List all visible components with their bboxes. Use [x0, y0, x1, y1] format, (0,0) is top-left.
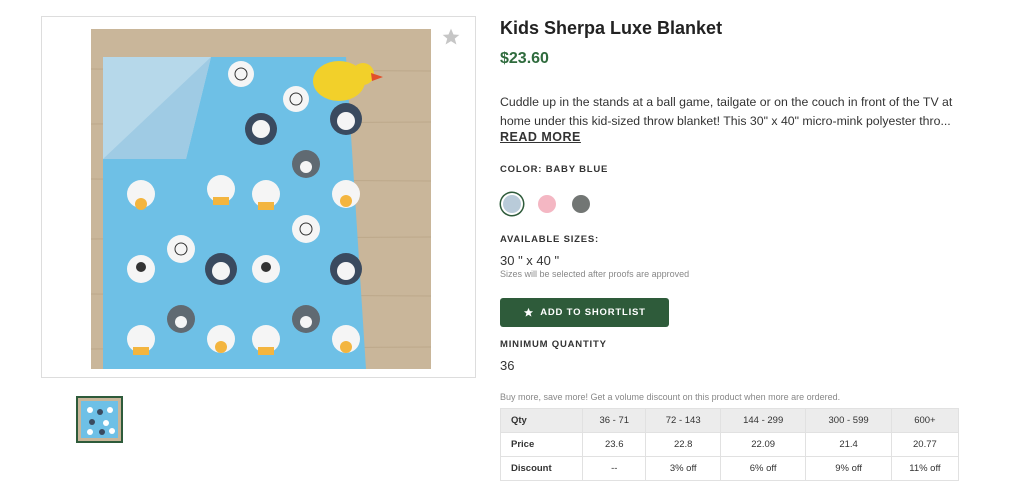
favorite-star-icon[interactable]: [441, 27, 461, 47]
table-header-cell: 72 - 143: [645, 408, 721, 433]
size-value: 30 " x 40 ": [500, 253, 560, 268]
table-header-cell: 36 - 71: [581, 408, 647, 433]
table-cell: 20.77: [890, 432, 960, 457]
color-swatch-pink[interactable]: [538, 195, 556, 213]
minimum-quantity-value: 36: [500, 358, 515, 373]
color-swatch-baby-blue[interactable]: [503, 195, 521, 213]
table-cell: 9% off: [805, 456, 892, 481]
product-main-image[interactable]: [91, 29, 431, 369]
table-cell: 22.09: [719, 432, 807, 457]
add-to-shortlist-button[interactable]: ADD TO SHORTLIST: [500, 298, 669, 327]
color-swatch-gray[interactable]: [572, 195, 590, 213]
product-description: Cuddle up in the stands at a ball game, …: [500, 93, 970, 131]
table-header-cell: 600+: [890, 408, 960, 433]
thumbnail-image[interactable]: [76, 396, 123, 443]
shortlist-button-label: ADD TO SHORTLIST: [540, 307, 646, 318]
table-cell: Discount: [500, 456, 583, 481]
table-cell: 23.6: [581, 432, 647, 457]
table-cell: Price: [500, 432, 583, 457]
product-title: Kids Sherpa Luxe Blanket: [500, 18, 723, 38]
description-line: Cuddle up in the stands at a ball game, …: [500, 95, 953, 109]
product-price: $23.60: [500, 50, 549, 67]
table-header-cell: Qty: [500, 408, 583, 433]
minimum-quantity-label: MINIMUM QUANTITY: [500, 339, 607, 350]
color-label: COLOR: BABY BLUE: [500, 164, 609, 175]
product-image-panel: [41, 16, 476, 378]
table-cell: 11% off: [890, 456, 960, 481]
star-icon: [524, 307, 534, 317]
read-more-link[interactable]: READ MORE: [500, 130, 581, 144]
table-header-cell: 300 - 599: [805, 408, 892, 433]
table-row: Price 23.6 22.8 22.09 21.4 20.77: [500, 432, 960, 457]
table-row: Discount -- 3% off 6% off 9% off 11% off: [500, 456, 960, 481]
table-cell: --: [581, 456, 647, 481]
blanket-photo: [91, 29, 431, 369]
volume-discount-note: Buy more, save more! Get a volume discou…: [500, 392, 841, 402]
table-cell: 22.8: [645, 432, 721, 457]
table-row: Qty 36 - 71 72 - 143 144 - 299 300 - 599…: [500, 408, 960, 433]
table-cell: 6% off: [719, 456, 807, 481]
sizes-label: AVAILABLE SIZES:: [500, 234, 600, 245]
table-cell: 21.4: [805, 432, 892, 457]
description-line: home under this kid-sized throw blanket!…: [500, 114, 951, 128]
volume-pricing-table: Qty 36 - 71 72 - 143 144 - 299 300 - 599…: [500, 408, 960, 481]
sizes-note: Sizes will be selected after proofs are …: [500, 269, 690, 279]
table-cell: 3% off: [645, 456, 721, 481]
table-header-cell: 144 - 299: [719, 408, 807, 433]
